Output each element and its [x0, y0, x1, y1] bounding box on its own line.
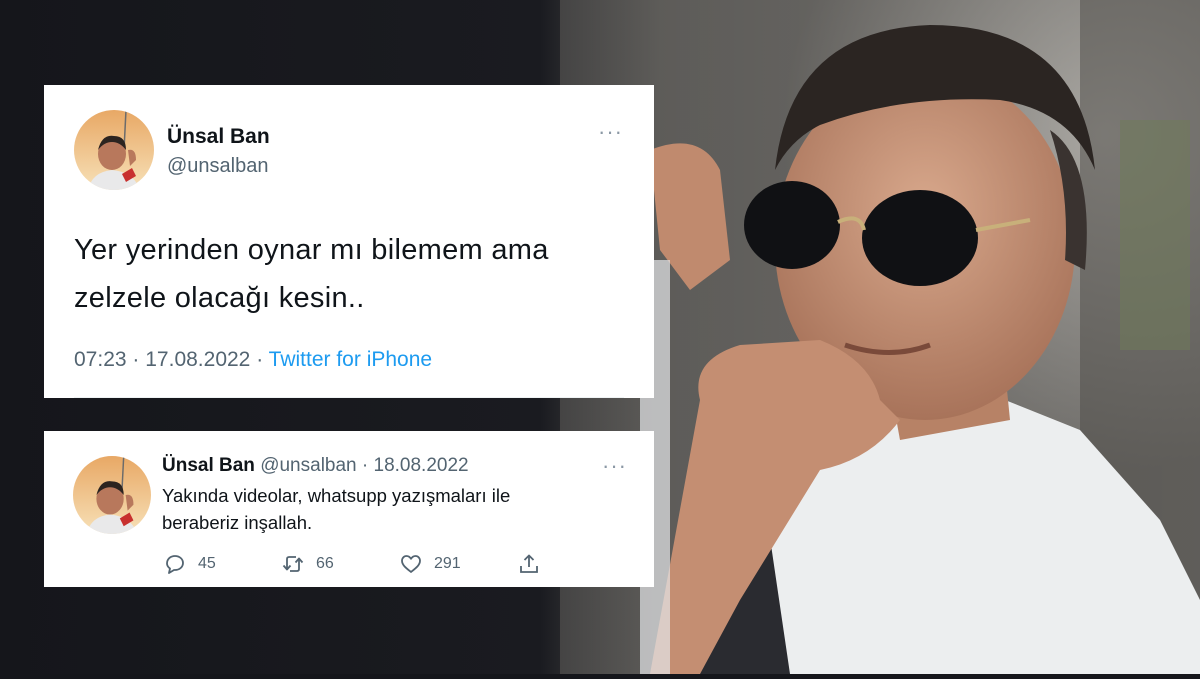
user-handle[interactable]: @unsalban [167, 155, 268, 178]
tweet-date[interactable]: 18.08.2022 [374, 455, 469, 476]
share-icon [520, 554, 538, 573]
like-count: 291 [434, 555, 461, 572]
like-button[interactable]: 291 [399, 552, 461, 576]
tweet-source-link[interactable]: Twitter for iPhone [269, 348, 432, 371]
divider [74, 397, 624, 398]
share-button[interactable] [517, 552, 552, 576]
tweet-date[interactable]: 17.08.2022 [145, 348, 250, 371]
tweet-text: Yakında videolar, whatsupp yazışmaları i… [162, 482, 632, 536]
separator: · [256, 348, 264, 371]
tweet-card-reply: Ünsal Ban @unsalban · 18.08.2022 ··· Yak… [44, 431, 654, 587]
tweet-text-line: Yer yerinden oynar mı bilemem ama [74, 234, 549, 266]
tweet-time[interactable]: 07:23 [74, 348, 127, 371]
separator: · [361, 455, 369, 476]
tweet-text-line: Yakında videolar, whatsupp yazışmaları i… [162, 485, 511, 506]
display-name[interactable]: Ünsal Ban [162, 455, 255, 476]
retweet-count: 66 [316, 555, 334, 572]
tweet-text: Yer yerinden oynar mı bilemem ama zelzel… [74, 226, 634, 322]
reply-icon [166, 555, 184, 574]
reply-count: 45 [198, 555, 216, 572]
avatar[interactable] [73, 456, 151, 534]
tweet-meta: 07:23 · 17.08.2022 · Twitter for iPhone [74, 348, 432, 372]
display-name[interactable]: Ünsal Ban [167, 125, 270, 149]
tweet-card-main: Ünsal Ban @unsalban ··· Yer yerinden oyn… [44, 85, 654, 398]
reply-button[interactable]: 45 [163, 552, 216, 576]
separator: · [132, 348, 140, 371]
user-handle[interactable]: @unsalban [260, 455, 356, 476]
tweet-header: Ünsal Ban @unsalban · 18.08.2022 [162, 455, 469, 477]
more-horizontal-icon[interactable]: ··· [602, 455, 627, 477]
like-icon [401, 555, 421, 573]
more-horizontal-icon[interactable]: ··· [598, 121, 623, 143]
avatar[interactable] [74, 110, 154, 190]
tweet-text-line: beraberiz inşallah. [162, 512, 313, 533]
tweet-text-line: zelzele olacağı kesin.. [74, 282, 365, 314]
retweet-icon [282, 556, 304, 572]
retweet-button[interactable]: 66 [281, 552, 334, 576]
